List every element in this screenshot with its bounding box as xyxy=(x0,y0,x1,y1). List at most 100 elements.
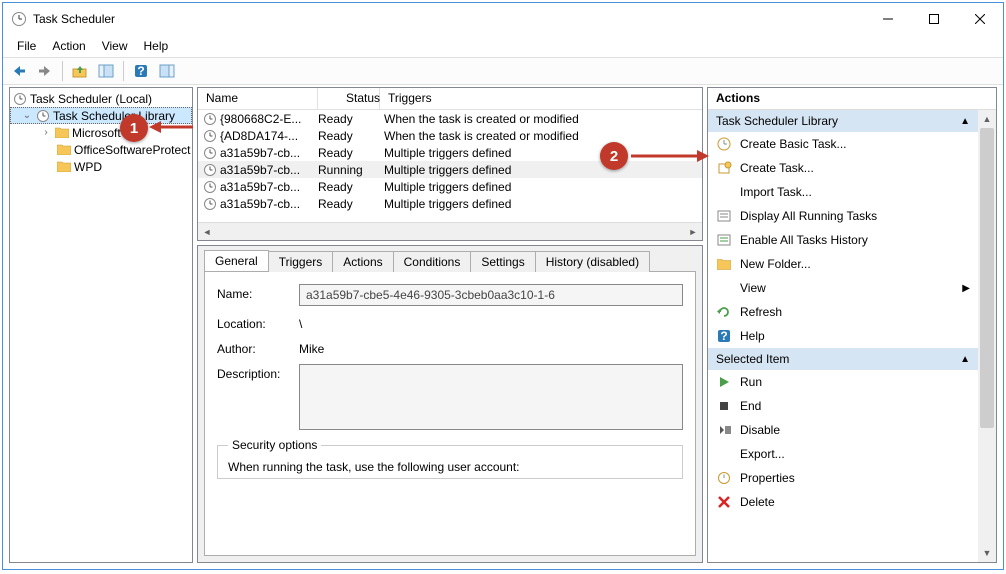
action-item[interactable]: Properties xyxy=(708,466,978,490)
folder-icon xyxy=(54,127,70,138)
chevron-right-icon: ▶ xyxy=(962,283,970,294)
scroll-up-button[interactable]: ▲ xyxy=(978,110,996,128)
menu-action[interactable]: Action xyxy=(44,37,93,55)
tree-library[interactable]: ⌄ Task Scheduler Library xyxy=(10,107,192,124)
action-item[interactable]: End xyxy=(708,394,978,418)
middle-pane: Name Status Triggers {980668C2-E...Ready… xyxy=(197,87,703,563)
folder-icon xyxy=(56,161,72,172)
tree-item-label: OfficeSoftwareProtect xyxy=(74,143,191,157)
action-item[interactable]: Disable xyxy=(708,418,978,442)
action-item[interactable]: View▶ xyxy=(708,276,978,300)
author-value: Mike xyxy=(299,339,683,356)
scroll-left-button[interactable]: ◄ xyxy=(198,224,216,240)
tab-triggers[interactable]: Triggers xyxy=(268,251,334,272)
col-status[interactable]: Status xyxy=(318,88,380,109)
window-title: Task Scheduler xyxy=(33,12,865,26)
action-item[interactable]: Delete xyxy=(708,490,978,514)
menu-help[interactable]: Help xyxy=(136,37,177,55)
table-row[interactable]: {980668C2-E...ReadyWhen the task is crea… xyxy=(198,110,702,127)
actions-section-header[interactable]: Selected Item▲ xyxy=(708,348,978,370)
table-row[interactable]: a31a59b7-cb...ReadyMultiple triggers def… xyxy=(198,144,702,161)
table-row[interactable]: {AD8DA174-...ReadyWhen the task is creat… xyxy=(198,127,702,144)
action-item[interactable]: Run xyxy=(708,370,978,394)
col-triggers[interactable]: Triggers xyxy=(380,88,702,109)
table-row[interactable]: a31a59b7-cb...RunningMultiple triggers d… xyxy=(198,161,702,178)
task-triggers: Multiple triggers defined xyxy=(378,180,702,194)
menu-file[interactable]: File xyxy=(9,37,44,55)
clock-icon xyxy=(202,163,218,177)
expand-icon[interactable]: › xyxy=(40,127,52,138)
task-triggers: When the task is created or modified xyxy=(378,112,702,126)
help-button[interactable]: ? xyxy=(129,59,153,83)
action-item[interactable]: Refresh xyxy=(708,300,978,324)
scroll-right-button[interactable]: ► xyxy=(684,224,702,240)
scroll-thumb[interactable] xyxy=(980,128,994,428)
tree-root-label: Task Scheduler (Local) xyxy=(30,92,152,106)
detail-tabs: General Triggers Actions Conditions Sett… xyxy=(198,246,702,271)
tree-child-microsoft[interactable]: › Microsoft xyxy=(10,124,192,141)
show-hide-actions-button[interactable] xyxy=(155,59,179,83)
location-value: \ xyxy=(299,314,683,331)
task-triggers: Multiple triggers defined xyxy=(378,146,702,160)
actions-scrollbar[interactable]: ▲ ▼ xyxy=(978,110,996,562)
action-label: Properties xyxy=(740,471,795,485)
action-item[interactable]: Create Basic Task... xyxy=(708,132,978,156)
action-item[interactable]: Create Task... xyxy=(708,156,978,180)
tab-actions[interactable]: Actions xyxy=(332,251,393,272)
clock-icon xyxy=(202,112,218,126)
task-status: Ready xyxy=(316,146,378,160)
scroll-down-button[interactable]: ▼ xyxy=(978,544,996,562)
action-label: Run xyxy=(740,375,762,389)
tab-history[interactable]: History (disabled) xyxy=(535,251,650,272)
action-item[interactable]: Display All Running Tasks xyxy=(708,204,978,228)
action-label: Refresh xyxy=(740,305,782,319)
clock-icon xyxy=(202,146,218,160)
security-options: Security options When running the task, … xyxy=(217,438,683,479)
action-item[interactable]: New Folder... xyxy=(708,252,978,276)
name-field[interactable] xyxy=(299,284,683,306)
actions-section-header[interactable]: Task Scheduler Library▲ xyxy=(708,110,978,132)
actions-list: Task Scheduler Library▲ Create Basic Task… xyxy=(708,110,978,562)
table-row[interactable]: a31a59b7-cb...ReadyMultiple triggers def… xyxy=(198,178,702,195)
task-list[interactable]: Name Status Triggers {980668C2-E...Ready… xyxy=(197,87,703,241)
back-button[interactable] xyxy=(7,59,31,83)
task-status: Ready xyxy=(316,197,378,211)
menu-view[interactable]: View xyxy=(94,37,136,55)
action-label: Create Basic Task... xyxy=(740,137,847,151)
tab-conditions[interactable]: Conditions xyxy=(393,251,472,272)
tree-child-wpd[interactable]: WPD xyxy=(10,158,192,175)
close-button[interactable] xyxy=(957,4,1003,34)
minimize-button[interactable] xyxy=(865,4,911,34)
description-field[interactable] xyxy=(299,364,683,430)
table-row[interactable]: a31a59b7-cb...ReadyMultiple triggers def… xyxy=(198,195,702,212)
forward-button[interactable] xyxy=(33,59,57,83)
task-name: a31a59b7-cb... xyxy=(218,197,316,211)
window-buttons xyxy=(865,4,1003,34)
tree-child-office[interactable]: OfficeSoftwareProtect xyxy=(10,141,192,158)
maximize-button[interactable] xyxy=(911,4,957,34)
action-label: End xyxy=(740,399,761,413)
tree-item-label: WPD xyxy=(74,160,102,174)
task-status: Ready xyxy=(316,112,378,126)
action-item[interactable]: ?Help xyxy=(708,324,978,348)
end-icon xyxy=(716,399,732,413)
tab-settings[interactable]: Settings xyxy=(470,251,535,272)
clock-icon xyxy=(12,92,28,106)
expand-icon[interactable]: ⌄ xyxy=(21,110,33,121)
tree-pane[interactable]: Task Scheduler (Local) ⌄ Task Scheduler … xyxy=(9,87,193,563)
content-area: Task Scheduler (Local) ⌄ Task Scheduler … xyxy=(3,85,1003,569)
up-folder-button[interactable] xyxy=(68,59,92,83)
horizontal-scrollbar[interactable]: ◄ ► xyxy=(198,222,702,240)
show-hide-tree-button[interactable] xyxy=(94,59,118,83)
action-label: New Folder... xyxy=(740,257,811,271)
action-label: Export... xyxy=(740,447,785,461)
action-item[interactable]: Export... xyxy=(708,442,978,466)
col-name[interactable]: Name xyxy=(198,88,318,109)
app-window: Task Scheduler File Action View Help ? T… xyxy=(2,2,1004,570)
tab-general[interactable]: General xyxy=(204,250,269,271)
actions-header: Actions xyxy=(708,88,996,110)
action-item[interactable]: Import Task... xyxy=(708,180,978,204)
app-icon xyxy=(11,11,27,27)
action-item[interactable]: Enable All Tasks History xyxy=(708,228,978,252)
tree-root[interactable]: Task Scheduler (Local) xyxy=(10,90,192,107)
